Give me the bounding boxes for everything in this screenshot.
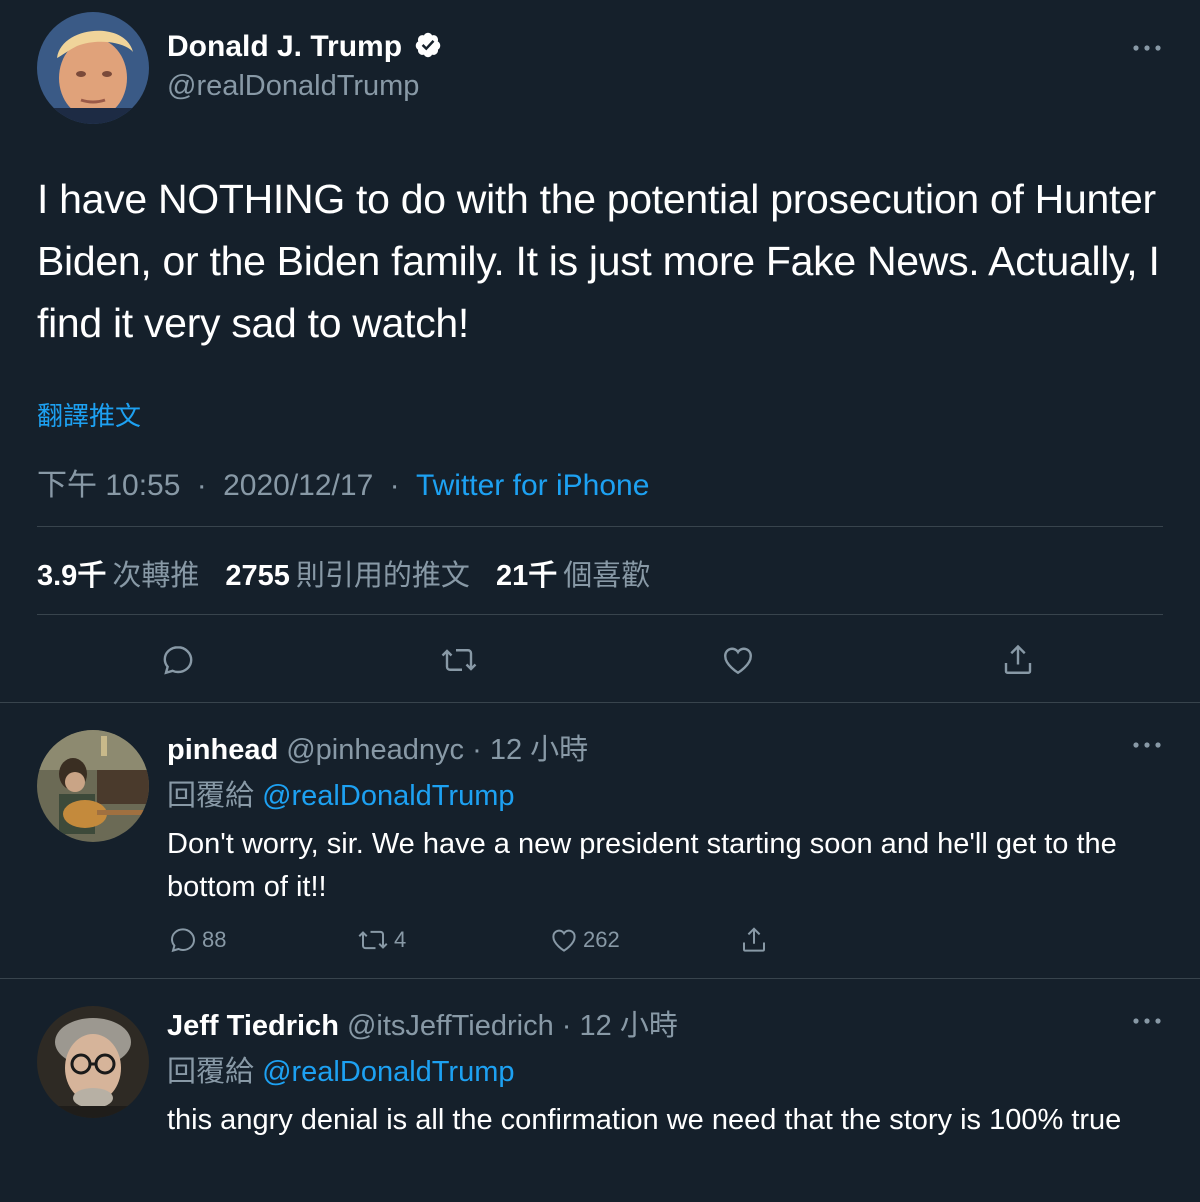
likes-count: 21千 <box>496 560 558 592</box>
author-handle[interactable]: @realDonaldTrump <box>167 70 419 103</box>
reply-header: Jeff Tiedrich @itsJeffTiedrich · 12 小時 <box>167 1002 678 1044</box>
like-count: 262 <box>583 927 620 952</box>
tweet-text: I have NOTHING to do with the potential … <box>37 176 1160 346</box>
meta-separator: · <box>389 469 400 502</box>
retweets-count: 3.9千 <box>37 560 107 592</box>
reply-avatar[interactable] <box>37 730 149 842</box>
reply-count: 88 <box>202 927 227 952</box>
more-options-icon[interactable] <box>1132 739 1162 751</box>
reply-author-name[interactable]: Jeff Tiedrich <box>167 1010 339 1042</box>
reply-tweet[interactable]: Jeff Tiedrich @itsJeffTiedrich · 12 小時 回… <box>0 979 1200 1202</box>
meta-separator: · <box>196 469 207 502</box>
reply-separator: · <box>561 1010 572 1042</box>
verified-badge-icon <box>416 32 441 58</box>
reply-tweet[interactable]: pinhead @pinheadnyc · 12 小時 回覆給 @realDon… <box>0 703 1200 979</box>
reply-icon[interactable] <box>160 642 196 678</box>
retweets-label: 次轉推 <box>112 560 200 592</box>
replying-to: 回覆給 @realDonaldTrump <box>167 1048 514 1090</box>
tweet-time[interactable]: 下午 10:55 <box>37 469 180 502</box>
share-icon[interactable] <box>739 925 769 955</box>
replying-to-mention[interactable]: @realDonaldTrump <box>262 1056 514 1088</box>
divider <box>37 614 1163 615</box>
author-name-text: Donald J. Trump <box>167 30 403 63</box>
quotes-stat[interactable]: 2755 則引用的推文 <box>225 560 496 592</box>
tweet-meta: 下午 10:55 · 2020/12/17 · Twitter for iPho… <box>37 460 649 504</box>
replying-to-prefix: 回覆給 <box>167 780 255 812</box>
retweets-stat[interactable]: 3.9千 次轉推 <box>37 560 225 592</box>
reply-reply-action[interactable]: 88 <box>168 925 226 955</box>
reply-author-name[interactable]: pinhead <box>167 734 278 766</box>
tweet-date[interactable]: 2020/12/17 <box>223 469 373 502</box>
reply-like-action[interactable]: 262 <box>549 925 620 955</box>
more-options-icon[interactable] <box>1132 42 1162 54</box>
reply-author-handle[interactable]: @itsJeffTiedrich <box>347 1010 554 1042</box>
likes-stat[interactable]: 21千 個喜歡 <box>496 560 668 592</box>
retweet-count: 4 <box>394 927 407 952</box>
quotes-label: 則引用的推文 <box>295 560 470 592</box>
reply-time[interactable]: 12 小時 <box>580 1010 678 1042</box>
reply-retweet-action[interactable]: 4 <box>356 925 406 955</box>
reply-author-handle[interactable]: @pinheadnyc <box>286 734 464 766</box>
replying-to-prefix: 回覆給 <box>167 1056 255 1088</box>
tweet-source-link[interactable]: Twitter for iPhone <box>416 469 649 502</box>
reply-text: Don't worry, sir. We have a new presiden… <box>167 828 1117 903</box>
replying-to: 回覆給 @realDonaldTrump <box>167 772 514 814</box>
divider <box>37 526 1163 527</box>
like-icon[interactable] <box>720 642 756 678</box>
tweet-stats: 3.9千 次轉推 2755 則引用的推文 21千 個喜歡 <box>37 552 668 594</box>
reply-icon <box>170 928 196 953</box>
like-icon <box>552 929 576 952</box>
quotes-count: 2755 <box>225 560 290 592</box>
retweet-icon[interactable] <box>439 642 479 678</box>
retweet-icon <box>358 930 388 950</box>
reply-time[interactable]: 12 小時 <box>490 734 588 766</box>
likes-label: 個喜歡 <box>563 560 651 592</box>
author-name[interactable]: Donald J. Trump <box>167 30 442 64</box>
reply-avatar[interactable] <box>37 1006 149 1118</box>
reply-separator: · <box>472 734 482 766</box>
translate-tweet-link[interactable]: 翻譯推文 <box>37 396 141 433</box>
author-avatar[interactable] <box>37 12 149 124</box>
reply-text: this angry denial is all the confirmatio… <box>167 1104 1122 1136</box>
share-icon[interactable] <box>1000 642 1036 678</box>
more-options-icon[interactable] <box>1132 1015 1162 1027</box>
main-tweet: Donald J. Trump @realDonaldTrump I have … <box>0 0 1200 703</box>
replying-to-mention[interactable]: @realDonaldTrump <box>262 780 514 812</box>
reply-header: pinhead @pinheadnyc · 12 小時 <box>167 726 588 768</box>
